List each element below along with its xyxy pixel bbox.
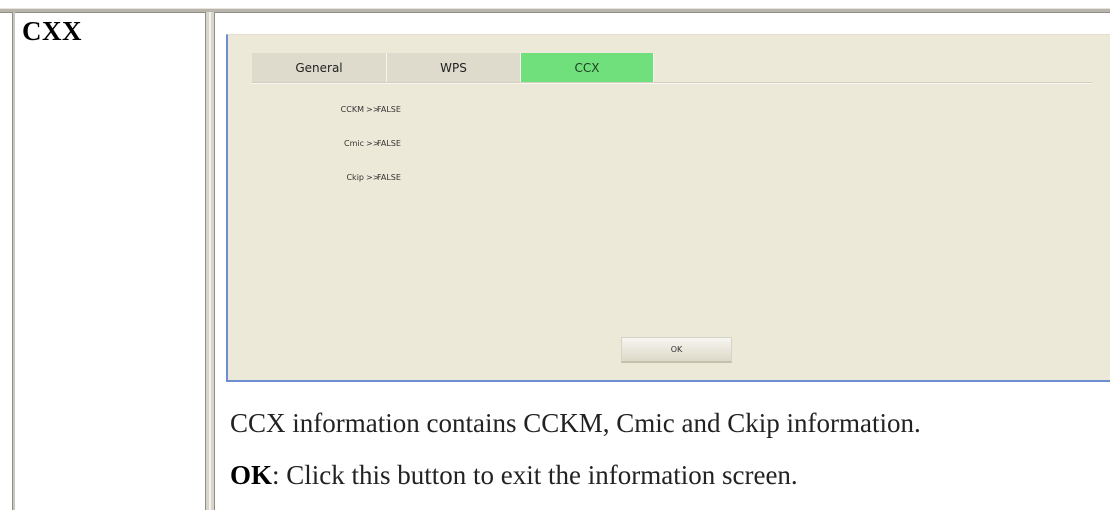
cmic-label: Cmic (344, 139, 364, 148)
section-title: CXX (22, 16, 82, 46)
tab-divider-line (252, 82, 1092, 84)
tab-wps[interactable]: WPS (387, 53, 521, 83)
ckip-row: Ckip >> FALSE (228, 173, 528, 187)
tab-ccx[interactable]: CCX (521, 53, 654, 83)
ccx-description: CCX information contains CCKM, Cmic and … (230, 408, 921, 438)
table-top-border (0, 8, 1110, 13)
ckip-label: Ckip (346, 173, 364, 182)
ok-term-text: : Click this button to exit the informat… (272, 460, 798, 490)
ok-term: OK (230, 460, 273, 490)
cckm-value: FALSE (377, 105, 401, 114)
document-page: CXX General WPS CCX CCKM >> FALSE Cmic >… (0, 0, 1110, 510)
ok-button[interactable]: OK (621, 337, 732, 363)
table-column-divider (205, 12, 215, 510)
tab-general[interactable]: General (252, 53, 387, 83)
cmic-value: FALSE (377, 139, 401, 148)
cmic-row: Cmic >> FALSE (228, 139, 528, 153)
ckip-value: FALSE (377, 173, 401, 182)
tab-bar: General WPS CCX (252, 53, 654, 83)
ok-description: OK: Click this button to exit the inform… (230, 460, 798, 491)
cckm-label: CCKM (340, 105, 364, 114)
ccx-dialog-screenshot: General WPS CCX CCKM >> FALSE Cmic >> FA… (226, 34, 1110, 382)
table-left-border (12, 12, 15, 510)
cckm-row: CCKM >> FALSE (228, 105, 528, 119)
